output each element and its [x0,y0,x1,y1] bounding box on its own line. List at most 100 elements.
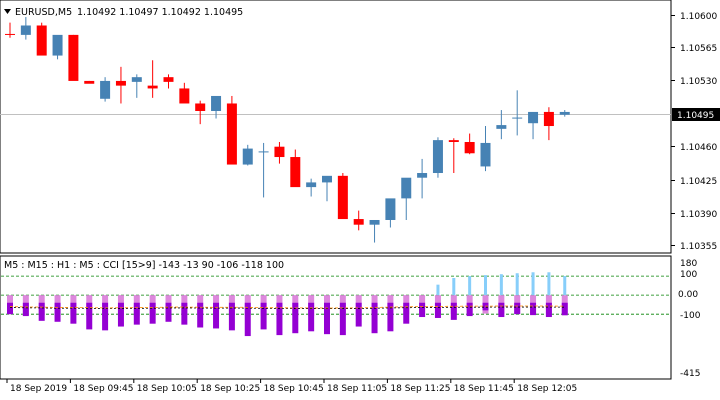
bull-candle [242,148,253,165]
cci-bar-positive [515,273,519,296]
indicator-panel[interactable] [0,255,672,380]
cci-bar-dark [450,302,457,320]
bull-candle [306,182,317,188]
bear-candle [226,103,237,165]
price-label: 1.10425 [680,177,717,187]
bear-candle [84,80,95,84]
cci-bar-dark [260,302,267,330]
cci-bar-dark [102,302,109,331]
cci-scale-label: 100 [680,270,697,280]
bull-candle [52,34,63,56]
cci-bar-dark [530,302,537,316]
cci-bar-dark [355,302,362,327]
bear-candle [147,85,158,89]
cci-scale-label: -415 [680,369,700,379]
time-label: 18 Sep 10:45 [264,384,324,394]
cci-bar-dark [434,302,441,318]
bull-candle [496,125,507,129]
bull-candle [512,117,523,119]
price-label: 1.10565 [680,44,717,54]
price-label: 1.10530 [680,77,717,87]
cci-bar-dark [197,302,204,328]
bear-candle [274,146,285,158]
cci-bar-positive [452,277,456,296]
cci-bar-dark [165,302,172,322]
bull-candle [528,111,539,124]
bear-candle [163,77,174,82]
bull-candle [258,151,269,153]
cci-bar-dark [213,302,220,329]
cci-scale[interactable]: 180 100 0.00 -100 -415 [678,259,701,379]
cci-bar-positive [468,276,472,296]
bull-candle [417,173,428,178]
bear-candle [464,142,475,154]
cci-bar-dark [117,302,124,327]
bear-candle [5,33,15,35]
cci-bar-dark [561,302,568,316]
cci-bar-dark [292,302,299,334]
cci-bar-dark [7,302,13,315]
bear-candle [337,175,348,220]
time-axis[interactable]: 18 Sep 2019 18 Sep 09:45 18 Sep 10:05 18 Se… [6,379,577,394]
indicator-label: M5 : M15 : H1 : M5 : CCI [15>9] -143 -13… [4,260,284,271]
price-scale[interactable]: 1.10600 1.10565 1.10530 1.10460 1.10425 … [671,12,717,252]
time-label: 18 Sep 10:25 [200,384,260,394]
cci-bar-dark [54,302,61,322]
cci-bar-dark [514,302,521,315]
price-label: 1.10600 [680,12,717,22]
cci-scale-label: -100 [680,311,701,321]
cci-bar-dark [149,302,156,324]
cci-bar-dark [498,302,505,318]
price-panel[interactable] [0,0,672,254]
bear-candle [36,25,47,56]
cci-scale-label: 0.00 [678,290,698,300]
bull-candle [401,177,412,199]
cci-bar-dark [403,302,410,324]
cci-bar-dark [545,302,552,318]
cci-bar-dark [466,302,473,317]
time-label: 18 Sep 09:45 [73,384,133,394]
cci-bar-dark [419,302,426,318]
cci-bar-dark [22,302,29,317]
cci-bar-dark [308,302,315,332]
bull-candle [385,198,396,220]
cci-bar-positive [484,275,487,296]
cci-bar-dark [133,302,140,325]
current-price-label: 1.10495 [677,111,714,121]
bull-candle [20,25,31,35]
cci-bar-dark [324,302,330,335]
price-label: 1.10355 [680,242,717,252]
chart-window[interactable]: EURUSD,M5 1.10492 1.10497 1.10492 1.1049… [0,0,720,400]
ohlc-values: 1.10492 1.10497 1.10492 1.10495 [77,7,243,18]
bull-candle [131,77,142,82]
bear-candle [290,157,301,188]
bull-candle [100,80,111,99]
bear-candle [195,103,206,111]
bull-candle [369,219,380,225]
cci-bar-positive [547,272,551,296]
cci-bar-positive [436,284,440,296]
time-label: 18 Sep 11:05 [327,384,387,394]
bear-candle [179,88,190,104]
cci-bar-positive [531,272,535,296]
price-label: 1.10460 [680,143,717,153]
cci-bar-dark [70,302,77,324]
price-label: 1.10390 [680,210,717,220]
symbol-timeframe: EURUSD,M5 [15,7,72,18]
cci-bar-dark [181,302,188,325]
time-label: 18 Sep 11:45 [454,384,514,394]
bull-candle [480,142,491,167]
cci-bar-dark [86,302,93,330]
cci-scale-label: 180 [680,259,697,269]
time-label: 18 Sep 2019 [10,384,67,394]
time-label: 18 Sep 11:25 [390,384,450,394]
cci-bar-dark [38,302,45,321]
bear-candle [115,80,126,86]
bull-candle [432,140,443,174]
bull-candle [211,95,222,111]
bull-candle [559,111,570,115]
bear-candle [68,34,79,81]
bull-candle [322,175,332,183]
time-label: 18 Sep 10:05 [137,384,197,394]
cci-bar-positive [563,276,567,296]
